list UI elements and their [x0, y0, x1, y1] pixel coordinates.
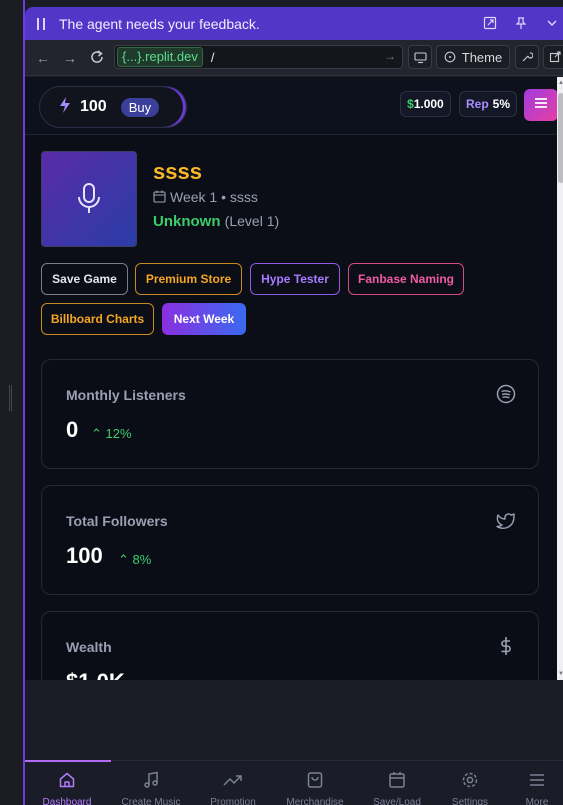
money-value: 1.000: [413, 97, 444, 111]
external-link-icon: [549, 51, 561, 63]
nav-save-load[interactable]: Save/Load: [355, 761, 439, 805]
spotify-icon: [496, 384, 516, 404]
billboard-charts-button[interactable]: Billboard Charts: [41, 303, 154, 335]
artist-name: ssss: [153, 159, 202, 184]
nav-label: More: [525, 797, 549, 805]
stat-label: Wealth: [66, 639, 112, 655]
bag-icon: [273, 771, 357, 791]
hype-tester-button[interactable]: Hype Tester: [250, 263, 340, 295]
stat-label: Total Followers: [66, 513, 168, 529]
trend-up-icon: ⌃: [91, 426, 102, 441]
stat-label: Monthly Listeners: [66, 387, 186, 403]
new-tab-button[interactable]: [543, 45, 563, 69]
nav-dashboard[interactable]: Dashboard: [25, 760, 111, 805]
trend-up-icon: ⌃: [118, 552, 129, 567]
menu-icon: [495, 771, 563, 791]
game-topbar: 100 Buy $ 1.000 Rep 5%: [25, 77, 557, 135]
nav-label: Dashboard: [42, 797, 92, 805]
devtools-button[interactable]: [515, 45, 539, 69]
hamburger-menu-button[interactable]: [524, 89, 557, 121]
artist-level-value: (Level 1): [224, 213, 280, 229]
nav-label: Save/Load: [373, 797, 421, 805]
reload-icon[interactable]: [88, 49, 106, 67]
money-badge: $ 1.000: [400, 91, 451, 117]
game-app: 100 Buy $ 1.000 Rep 5% ssss Week 1 • sss…: [25, 77, 557, 680]
reputation-badge: Rep 5%: [459, 91, 518, 117]
palette-icon: [444, 51, 456, 63]
home-icon: [25, 771, 109, 791]
microphone-icon: [78, 183, 100, 213]
chevron-down-icon[interactable]: [544, 16, 560, 32]
stat-change: ⌃ 12%: [91, 426, 132, 442]
stat-value: 100: [66, 543, 103, 568]
theme-label: Theme: [461, 49, 503, 65]
menu-icon: [535, 98, 547, 108]
nav-promotion[interactable]: Promotion: [191, 761, 275, 805]
url-path: /: [210, 49, 215, 65]
pause-icon[interactable]: [37, 17, 49, 30]
url-domain: {...}.replit.dev: [117, 47, 203, 67]
scroll-down-icon[interactable]: ▼: [558, 671, 563, 677]
app-scrollbar[interactable]: ▲ ▼: [557, 77, 563, 680]
week-text: Week 1 • ssss: [170, 189, 258, 205]
twitter-icon: [496, 510, 516, 530]
nav-create-music[interactable]: Create Music: [109, 761, 193, 805]
forward-arrow-icon[interactable]: →: [61, 49, 79, 67]
artist-level: Unknown (Level 1): [153, 213, 279, 230]
stat-card-wealth: Wealth $1.0K: [41, 611, 539, 680]
bottom-navigation: Dashboard Create Music Promotion Merchan…: [25, 760, 563, 805]
energy-value: 100: [80, 98, 107, 115]
lightning-icon: [58, 96, 72, 119]
save-game-button[interactable]: Save Game: [41, 263, 128, 295]
go-arrow-icon[interactable]: →: [384, 49, 396, 63]
calendar-icon: [355, 771, 439, 791]
nav-label: Promotion: [210, 797, 256, 805]
rep-value: 5%: [492, 97, 511, 111]
stat-change-value: 8%: [132, 552, 152, 567]
scroll-up-icon[interactable]: ▲: [558, 80, 563, 86]
buy-energy-button[interactable]: Buy: [120, 97, 160, 117]
left-panel-strip: [0, 0, 24, 805]
resize-grip[interactable]: [9, 385, 12, 411]
music-icon: [109, 771, 193, 791]
devices-button[interactable]: [408, 45, 432, 69]
agent-feedback-banner[interactable]: The agent needs your feedback.: [25, 7, 563, 40]
stat-card-total-followers: Total Followers 100 ⌃ 8%: [41, 485, 539, 595]
premium-store-button[interactable]: Premium Store: [135, 263, 242, 295]
monitor-icon: [413, 51, 427, 63]
nav-label: Create Music: [121, 797, 181, 805]
browser-toolbar: ← → {...}.replit.dev / → Theme: [25, 40, 563, 76]
nav-more[interactable]: More: [495, 761, 563, 805]
url-bar[interactable]: {...}.replit.dev / →: [114, 45, 403, 69]
theme-button[interactable]: Theme: [436, 45, 510, 69]
stat-value: 0: [66, 417, 79, 442]
stat-card-monthly-listeners: Monthly Listeners 0 ⌃ 12%: [41, 359, 539, 469]
energy-meter: 100 Buy: [39, 86, 187, 128]
calendar-icon: [153, 190, 166, 203]
stat-change-value: 12%: [105, 426, 132, 441]
wrench-icon: [522, 52, 533, 62]
artist-avatar[interactable]: [41, 151, 137, 247]
agent-banner-message: The agent needs your feedback.: [59, 15, 260, 32]
nav-merchandise[interactable]: Merchandise: [273, 761, 357, 805]
artist-status: Unknown: [153, 213, 221, 230]
money-symbol: $: [407, 97, 414, 111]
nav-label: Merchandise: [286, 797, 344, 805]
scrollbar-thumb[interactable]: [558, 93, 563, 183]
preview-frame: The agent needs your feedback. ← → {...}…: [23, 0, 563, 805]
rep-label: Rep: [466, 97, 489, 111]
fanbase-naming-button[interactable]: Fanbase Naming: [348, 263, 464, 295]
back-arrow-icon[interactable]: ←: [34, 49, 52, 67]
dollar-icon: [496, 636, 516, 656]
week-info: Week 1 • ssss: [153, 189, 258, 205]
open-external-icon[interactable]: [482, 16, 498, 32]
stat-change: ⌃ 8%: [118, 552, 151, 568]
next-week-button[interactable]: Next Week: [162, 303, 246, 335]
pin-icon[interactable]: [513, 16, 529, 32]
stat-value: $1.0K: [66, 669, 125, 680]
trending-icon: [191, 771, 275, 791]
